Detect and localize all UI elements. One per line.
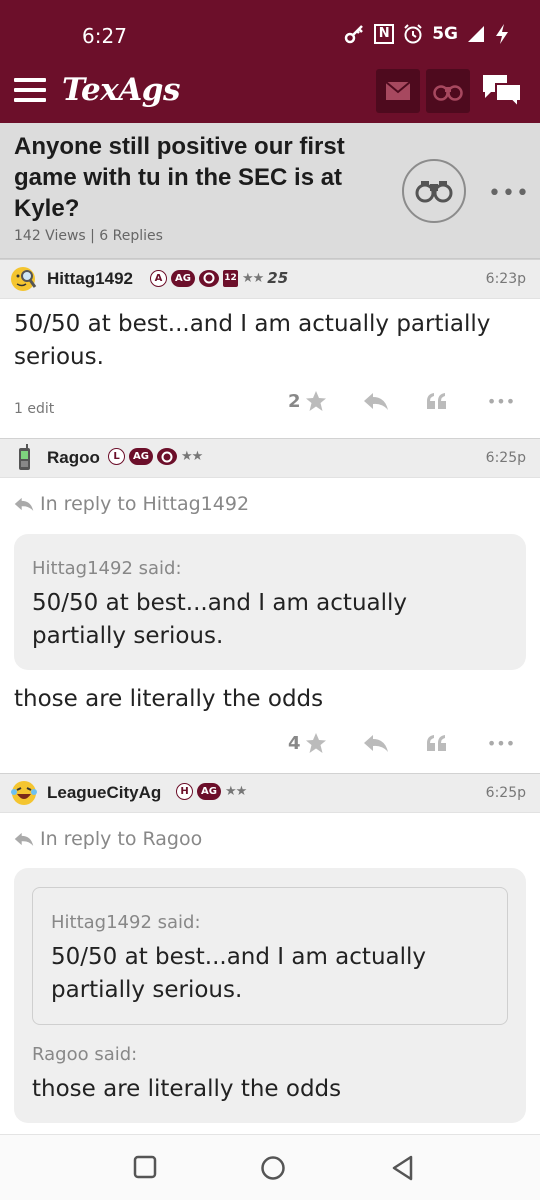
reply-icon: [14, 497, 34, 511]
stars: ★★: [241, 270, 264, 286]
user-badges: L AG ★★: [108, 448, 203, 465]
post-time: 6:25p: [485, 785, 526, 801]
badge: H: [176, 783, 193, 800]
post-header: Ragoo L AG ★★ 6:25p: [0, 438, 540, 478]
binoculars-icon: [415, 181, 453, 203]
post-body: those are literally the odds: [14, 686, 324, 712]
star-icon[interactable]: [304, 389, 328, 413]
network-type: 5G: [432, 24, 458, 44]
post-body: 50/50 at best...and I am actually partia…: [14, 311, 491, 370]
badge: A: [150, 269, 167, 287]
thread-title: Anyone still positive our first game wit…: [14, 133, 345, 222]
star-count: 2: [288, 391, 301, 412]
more-icon[interactable]: •••: [486, 389, 516, 413]
home-icon[interactable]: [260, 1155, 286, 1181]
signal-icon: [466, 22, 486, 46]
quote-text: 50/50 at best...and I am actually partia…: [32, 590, 408, 649]
badge: 12: [222, 269, 238, 287]
alarm-icon: [402, 22, 424, 46]
more-icon[interactable]: •••: [486, 731, 516, 755]
post-header: LeagueCityAg H AG ★★ 6:25p: [0, 773, 540, 813]
username[interactable]: Ragoo: [47, 448, 100, 468]
stars: ★★: [180, 449, 203, 464]
badge: L: [108, 448, 125, 465]
back-icon[interactable]: [391, 1155, 415, 1181]
binoculars-icon: [433, 85, 463, 101]
quote-icon[interactable]: [424, 731, 450, 755]
star-count: 4: [288, 733, 301, 754]
username[interactable]: Hittag1492: [47, 269, 133, 289]
laughing-avatar-icon: [11, 781, 37, 805]
thread-more-icon[interactable]: •••: [488, 181, 530, 206]
post-actions: 4 •••: [0, 729, 540, 759]
reply-to-text: In reply to Hittag1492: [40, 493, 250, 515]
quote-block: Hittag1492 said: 50/50 at best...and I a…: [14, 534, 526, 670]
quote-text: those are literally the odds: [32, 1076, 342, 1102]
mail-button[interactable]: [376, 69, 420, 113]
key-icon: [344, 22, 366, 46]
reply-to-text: In reply to Ragoo: [40, 828, 203, 850]
ag-badge: AG: [171, 269, 195, 287]
post-actions: 2 •••: [0, 387, 540, 417]
mail-icon: [385, 81, 411, 100]
username[interactable]: LeagueCityAg: [47, 783, 161, 803]
quote-author: Hittag1492 said:: [32, 558, 182, 579]
watch-list-button[interactable]: [426, 69, 470, 113]
ag-badge: AG: [129, 448, 153, 465]
avatar-icon: [11, 267, 37, 291]
stars: ★★: [224, 784, 247, 799]
star-icon[interactable]: [304, 731, 328, 755]
post-time: 6:23p: [485, 271, 526, 287]
user-badges: H AG ★★: [176, 783, 247, 800]
quote-author: Ragoo said:: [32, 1044, 138, 1065]
quote-text: 50/50 at best...and I am actually partia…: [51, 944, 427, 1003]
reply-icon[interactable]: [362, 731, 390, 755]
recents-icon[interactable]: [133, 1155, 157, 1179]
nested-quote-block: Hittag1492 said: 50/50 at best...and I a…: [32, 887, 508, 1025]
user-badges: A AG 12 ★★ 25: [150, 269, 288, 287]
chat-icon[interactable]: [480, 72, 524, 110]
badge: 25: [267, 269, 289, 287]
quote-icon[interactable]: [424, 389, 450, 413]
quote-block: Hittag1492 said: 50/50 at best...and I a…: [14, 868, 526, 1123]
reply-icon[interactable]: [362, 389, 390, 413]
reply-icon: [14, 832, 34, 846]
quote-author: Hittag1492 said:: [51, 912, 201, 933]
app-header: 6:27 N 5G TexAgs: [0, 0, 540, 123]
site-logo[interactable]: TexAgs: [62, 72, 180, 108]
ring-icon: [198, 269, 219, 287]
post-time: 6:25p: [485, 450, 526, 466]
reply-to-link[interactable]: In reply to Hittag1492: [14, 493, 249, 515]
watch-thread-button[interactable]: [402, 159, 466, 223]
menu-icon[interactable]: [14, 78, 46, 102]
nfc-icon: N: [374, 22, 395, 46]
status-time: 6:27: [82, 24, 127, 48]
status-icons: N 5G: [344, 22, 510, 46]
phone-avatar-icon: [19, 444, 30, 470]
ring-icon: [156, 448, 177, 465]
ag-badge: AG: [197, 783, 221, 800]
post-header: Hittag1492 A AG 12 ★★ 25 6:23p: [0, 259, 540, 299]
thread-meta: 142 Views | 6 Replies: [14, 228, 163, 244]
reply-to-link[interactable]: In reply to Ragoo: [14, 828, 202, 850]
system-nav-bar: [0, 1134, 540, 1200]
battery-charging-icon: [494, 22, 510, 46]
